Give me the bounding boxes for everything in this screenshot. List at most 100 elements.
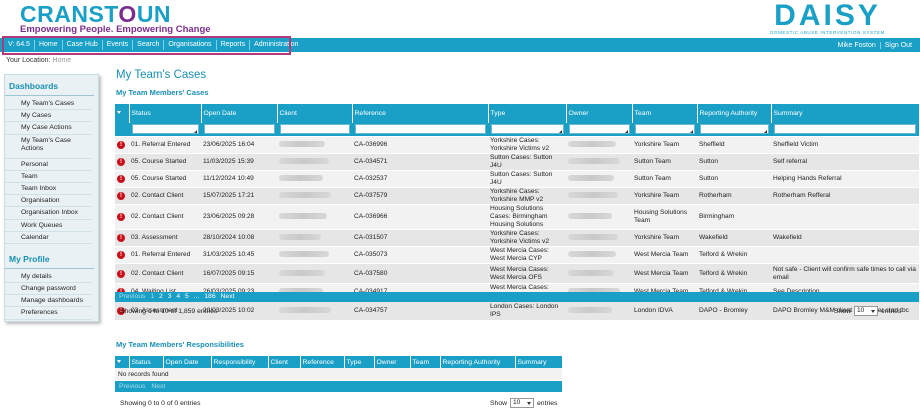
table-row[interactable]: ! 01. Referral Entered 31/03/2025 10:45 CA-… [115,246,919,264]
owner-cell-redacted [566,246,632,264]
sidebar-item-calendar[interactable]: Calendar [5,232,92,244]
filter-type[interactable] [490,124,564,134]
filter-client[interactable] [279,124,350,134]
col2-responsibility[interactable]: Responsibility [211,356,269,368]
pager-page-3[interactable]: 3 [168,293,172,300]
summary-cell [771,246,919,264]
ref-cell: CA-031507 [352,229,488,247]
col-reporting-authority[interactable]: Reporting Authority [697,104,772,123]
type-cell: Housing Solutions Cases: Birmingham Hous… [488,204,566,230]
col2-status[interactable]: Status [129,356,164,368]
col-reference[interactable]: Reference [352,104,489,123]
col-open-date[interactable]: Open Date [201,104,278,123]
pager-next[interactable]: Next [221,293,235,300]
sidebar-item-manage-dashboards[interactable]: Manage dashboards [5,295,92,308]
alert-icon: ! [117,251,125,259]
sidebar-item-team-inbox[interactable]: Team Inbox [5,183,92,196]
sidebar-item-my-teams-case-actions[interactable]: My Team's Case Actions [5,135,92,159]
sidebar-item-change-password[interactable]: Change password [5,283,92,296]
pager-page-5[interactable]: 5 [185,293,189,300]
sidebar-item-my-cases[interactable]: My Cases [5,110,92,123]
col-summary[interactable]: Summary [771,104,919,123]
filter-summary[interactable] [773,124,916,134]
sidebar-item-organisation-inbox[interactable]: Organisation Inbox [5,207,92,220]
page-size-select[interactable]: 10 [854,306,879,316]
type-cell: Sutton Cases: Sutton J4U [488,170,566,188]
col2-type[interactable]: Type [344,356,375,368]
col2-reference[interactable]: Reference [300,356,345,368]
filter-reporting-authority[interactable] [699,124,769,134]
table-row[interactable]: ! 03. Assessment 20/03/2025 10:02 CA-034757… [115,300,919,321]
responsibilities-table: Status Open Date Responsibility Client R… [115,356,562,380]
sidebar-item-my-case-actions[interactable]: My Case Actions [5,122,92,135]
user-name-link[interactable]: Mike Foston [834,42,880,49]
sidebar-item-my-details[interactable]: My details [5,271,92,284]
type-cell: Yorkshire Cases: Yorkshire Victims v2 [488,136,566,154]
team-cell: London IDVA [632,300,697,321]
alert-cell: ! [115,263,129,284]
pager-page-4[interactable]: 4 [176,293,180,300]
filter-open-date[interactable] [203,124,275,134]
date-cell: 15/07/2025 17:21 [201,187,277,205]
table-row[interactable]: ! 01. Referral Entered 23/06/2025 16:04 CA-… [115,136,919,154]
table-row[interactable]: ! 02. Contact Client 23/06/2025 09:28 CA-03… [115,204,919,230]
section-title-cases: My Team Members' Cases [116,88,209,97]
summary-cell: Not safe - Client will confirm safe time… [771,263,919,284]
sidebar-profile-heading: My Profile [5,248,94,269]
breadcrumb-home[interactable]: Home [52,57,71,64]
col-client[interactable]: Client [277,104,353,123]
status-cell: 05. Course Started [129,170,201,188]
pager-page-1[interactable]: 1 [150,293,154,300]
pager-previous[interactable]: Previous [119,293,145,300]
table-row[interactable]: ! 05. Course Started 11/03/2025 15:39 CA-03… [115,153,919,171]
table-row[interactable]: ! 02. Contact Client 15/07/2025 17:21 CA-03… [115,187,919,205]
sign-out-link[interactable]: Sign Out [879,41,916,49]
table-row[interactable]: ! 05. Course Started 11/12/2024 10:49 CA-03… [115,170,919,188]
team-cell: Yorkshire Team [632,187,697,205]
col2-open-date[interactable]: Open Date [163,356,212,368]
filter-team[interactable] [634,124,695,134]
team-cell: Sutton Team [632,170,697,188]
summary-cell: Helping Hands Referral [771,170,919,188]
col-status[interactable]: Status [129,104,202,123]
team-cell: Yorkshire Team [632,136,697,154]
table-row[interactable]: ! 03. Assessment 28/10/2024 10:08 CA-031507… [115,229,919,247]
col2-team[interactable]: Team [410,356,441,368]
col2-client[interactable]: Client [268,356,301,368]
alert-cell: ! [115,170,129,188]
pager2-next[interactable]: Next [151,383,165,390]
sidebar-item-personal[interactable]: Personal [5,159,92,171]
sidebar-item-organisation[interactable]: Organisation [5,195,92,208]
sidebar-item-preferences[interactable]: Preferences [5,307,92,320]
row-expand-header-2[interactable] [115,356,130,368]
sidebar-item-team[interactable]: Team [5,171,92,183]
col2-reporting-authority[interactable]: Reporting Authority [440,356,516,368]
table-row[interactable]: ! 02. Contact Client 16/07/2025 09:15 CA-03… [115,263,919,284]
filter-status[interactable] [131,124,199,134]
auth-cell: Sutton [697,153,771,171]
client-cell-redacted [277,246,352,264]
col-type[interactable]: Type [488,104,567,123]
chevron-down-icon [117,360,121,364]
pager-page-186[interactable]: 186 [204,293,215,300]
nav-highlight-box [2,36,291,55]
owner-cell-redacted [566,263,632,284]
col-team[interactable]: Team [632,104,698,123]
col2-owner[interactable]: Owner [374,356,411,368]
daisy-subtitle: DOMESTIC ABUSE INTERVENTION SYSTEM [770,30,885,35]
redacted-client [279,213,327,220]
col2-summary[interactable]: Summary [515,356,562,368]
filter-owner[interactable] [568,124,630,134]
pager2-previous[interactable]: Previous [119,383,145,390]
sidebar-item-my-teams-cases[interactable]: My Team's Cases [5,98,92,111]
page-size-select-2[interactable]: 10 [510,398,535,408]
row-expand-header[interactable] [115,104,130,123]
cases-table: Status Open Date Client Reference Type O… [115,104,919,321]
col-owner[interactable]: Owner [566,104,633,123]
summary-cell [771,204,919,230]
sidebar-item-work-queues[interactable]: Work Queues [5,220,92,232]
filter-reference[interactable] [354,124,486,134]
type-cell: West Mercia Cases: West Mercia CYP [488,246,566,264]
pager-page-2[interactable]: 2 [159,293,163,300]
chevron-down-icon [527,402,532,405]
